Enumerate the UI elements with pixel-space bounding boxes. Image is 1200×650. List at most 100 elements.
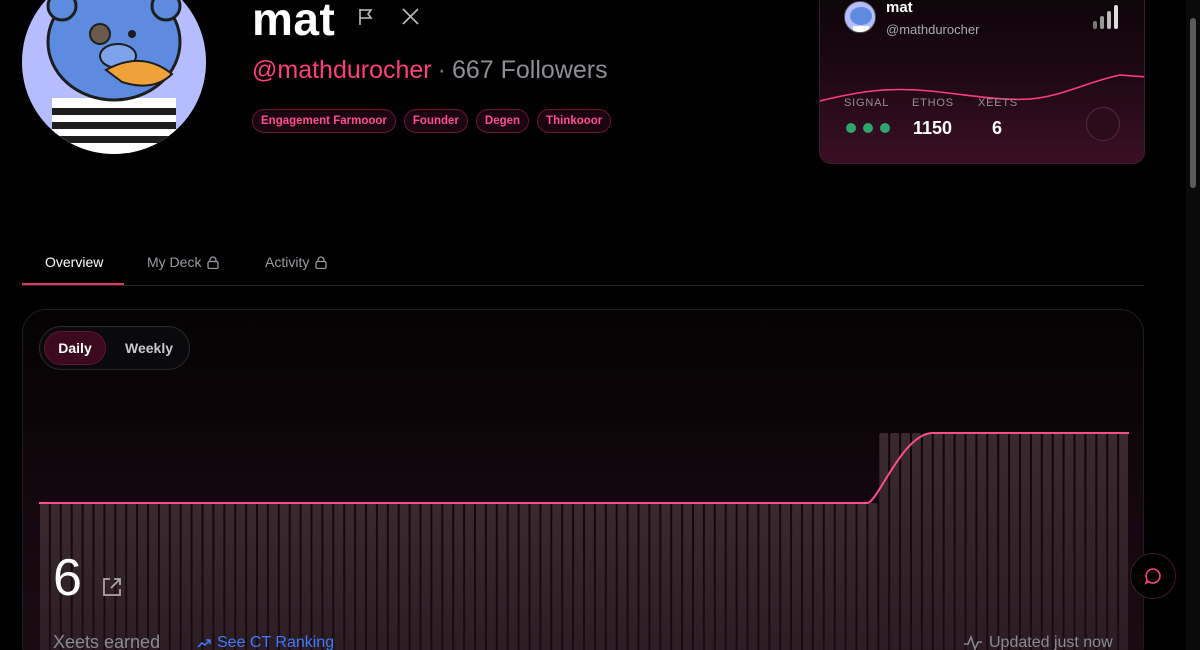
signal-dot <box>880 123 890 133</box>
chart-bar <box>486 503 496 650</box>
tab-activity[interactable]: Activity <box>265 254 327 270</box>
tag-thinkooor: Thinkooor <box>537 109 612 133</box>
chart-bar <box>1119 433 1128 650</box>
profile-tags: Engagement Farmooor Founder Degen Thinko… <box>252 109 612 133</box>
chart-bar <box>301 503 311 650</box>
tab-label: Activity <box>265 254 310 270</box>
chart-bar <box>563 503 573 650</box>
chart-bar <box>988 433 998 650</box>
chart-bar <box>813 503 823 650</box>
weekly-toggle-button[interactable]: Weekly <box>112 331 186 365</box>
period-toggle: Daily Weekly <box>39 326 190 370</box>
chart-bar <box>792 503 801 650</box>
chart-bar <box>323 503 333 650</box>
chart-bar <box>170 503 180 650</box>
tag-founder: Founder <box>403 109 468 133</box>
chart-bar <box>345 503 355 650</box>
chart-bar <box>508 503 518 650</box>
xeets-earned-label: Xeets earned <box>53 632 161 650</box>
chart-bar <box>203 503 213 650</box>
signal-label: SIGNAL <box>844 97 890 109</box>
chart-bar <box>585 503 594 650</box>
chat-button[interactable] <box>1130 553 1176 599</box>
chart-bar <box>846 503 856 650</box>
chart-bar <box>1108 433 1118 650</box>
chart-bar <box>1031 433 1041 650</box>
daily-toggle-button[interactable]: Daily <box>44 331 106 365</box>
chart-bar <box>258 503 267 650</box>
xeets-label: XEETS <box>978 97 1019 109</box>
chart-bar <box>922 433 932 650</box>
profile-card[interactable]: mat @mathdurocher SIGNAL ETHOS XEETS 115… <box>819 0 1145 164</box>
chart-bar <box>465 503 474 650</box>
chart-bar <box>312 503 322 650</box>
chart-bar <box>541 503 551 650</box>
chart-bar <box>432 503 442 650</box>
chart-bar <box>454 503 464 650</box>
x-logo-icon[interactable] <box>402 8 419 25</box>
chart-bar <box>421 503 431 650</box>
chart-bar <box>497 503 507 650</box>
chart-bar <box>748 503 758 650</box>
scrollbar-thumb[interactable] <box>1190 18 1196 188</box>
activity-pulse-icon <box>964 635 982 650</box>
followers-count: 667 Followers <box>451 56 608 84</box>
signal-dot <box>863 123 873 133</box>
chart-bar <box>192 503 202 650</box>
profile-avatar <box>22 0 206 154</box>
chart-bar <box>519 503 529 650</box>
chart-bar <box>770 503 780 650</box>
series-line <box>39 432 1129 504</box>
tab-overview[interactable]: Overview <box>45 254 103 270</box>
xeets-total-value: 6 <box>53 549 82 607</box>
card-name: mat <box>886 0 913 16</box>
lock-icon <box>315 255 327 269</box>
chart-bar <box>247 503 256 650</box>
chart-bar <box>955 433 965 650</box>
profile-handle[interactable]: @mathdurocher <box>252 56 432 84</box>
flag-icon[interactable] <box>358 8 374 26</box>
updated-status: Updated just now <box>963 634 1113 650</box>
chart-bar <box>606 503 616 650</box>
chart-bar <box>127 503 137 650</box>
chart-bar <box>552 503 562 650</box>
chart-bar <box>715 503 725 650</box>
external-link-icon[interactable] <box>101 576 123 598</box>
tag-degen: Degen <box>475 109 530 133</box>
trend-up-icon <box>197 639 211 648</box>
chart-bar <box>214 503 224 650</box>
chart-bar <box>639 503 649 650</box>
profile-tabs: Overview My Deck Activity <box>22 240 1144 286</box>
chart-bar <box>803 503 812 650</box>
chart-bar <box>1097 433 1107 650</box>
card-handle: @mathdurocher <box>886 22 980 37</box>
chart-bar <box>1053 433 1063 650</box>
chart-bar <box>933 433 943 650</box>
active-tab-indicator <box>22 283 124 285</box>
chart-bar <box>159 503 169 650</box>
chart-bar <box>1010 433 1019 650</box>
chart-bar <box>138 503 147 650</box>
ranking-link-text: See CT Ranking <box>217 634 335 650</box>
chart-bar <box>279 503 289 650</box>
chart-bar <box>236 503 246 650</box>
chart-bar <box>824 503 834 650</box>
chart-bar <box>683 503 692 650</box>
chart-bar <box>1075 433 1085 650</box>
chart-bar <box>661 503 671 650</box>
chart-bar <box>40 503 49 650</box>
page-scrollbar[interactable] <box>1186 0 1200 650</box>
chart-bar <box>149 503 158 650</box>
chart-bar <box>672 503 682 650</box>
chart-bar <box>476 503 485 650</box>
chart-bar <box>901 433 910 650</box>
chart-bar <box>83 503 93 650</box>
tab-my-deck[interactable]: My Deck <box>147 254 220 270</box>
see-ct-ranking-link[interactable]: See CT Ranking <box>197 634 334 650</box>
chart-bar <box>977 433 987 650</box>
tab-label: Overview <box>45 254 104 270</box>
chart-bar <box>650 503 660 650</box>
handle-line: @mathdurocher · 667 Followers <box>252 56 608 85</box>
chart-bar <box>1086 433 1096 650</box>
chart-bar <box>857 503 867 650</box>
